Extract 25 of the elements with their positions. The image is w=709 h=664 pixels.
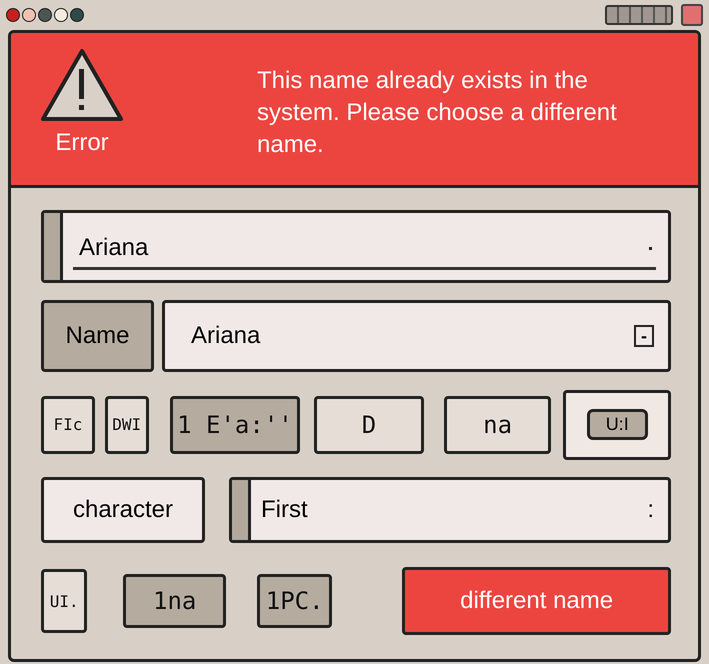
- toolbar-button[interactable]: na: [444, 396, 552, 454]
- name-label: Name: [41, 300, 154, 372]
- toolbar-button[interactable]: 1 E'a:'': [170, 396, 300, 454]
- first-name-field[interactable]: First :: [229, 477, 671, 543]
- toolbar-button[interactable]: DWI: [104, 396, 149, 454]
- character-label: character: [41, 477, 205, 543]
- toolbar-button[interactable]: FIc: [41, 396, 95, 454]
- name-field[interactable]: Ariana -: [162, 300, 671, 372]
- error-message: This name already exists in the system. Please choose a different name.: [257, 66, 618, 160]
- collapse-button[interactable]: -: [634, 325, 654, 347]
- action-button[interactable]: 1na: [123, 574, 226, 628]
- primary-button[interactable]: different name: [402, 567, 672, 635]
- toggle-button[interactable]: U:I: [586, 409, 648, 440]
- close-button[interactable]: [681, 4, 703, 26]
- window-control-dot[interactable]: [70, 8, 84, 22]
- window-control-dot[interactable]: [54, 8, 68, 22]
- action-button[interactable]: UI.: [41, 569, 88, 633]
- error-label: Error: [55, 129, 109, 157]
- window-control-dot[interactable]: [6, 8, 20, 22]
- name-input-field[interactable]: Ariana: [41, 210, 671, 283]
- action-button[interactable]: 1PC.: [257, 574, 332, 628]
- window-control-dot[interactable]: [22, 8, 36, 22]
- toolbar-button[interactable]: D: [314, 396, 424, 454]
- resize-grip[interactable]: [605, 5, 673, 25]
- window-control-dot[interactable]: [38, 8, 52, 22]
